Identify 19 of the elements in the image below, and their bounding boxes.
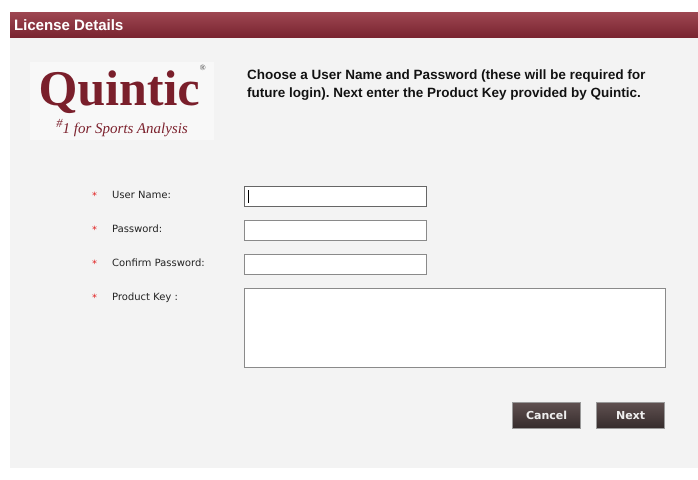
field-label: Confirm Password: xyxy=(112,257,206,269)
page-title: License Details xyxy=(14,16,124,34)
instructions-text: Choose a User Name and Password (these will be required for future login). Next enter the Product Key provided by Quintic. xyxy=(247,66,646,102)
logo-tagline: $^{#}$1 for Sports Analysis xyxy=(56,116,188,138)
next-button[interactable]: Next xyxy=(596,402,665,429)
required-mark: * xyxy=(92,292,98,304)
logo-wordmark: Quintic xyxy=(38,62,200,114)
required-mark: * xyxy=(92,190,98,202)
field-label: User Name: xyxy=(112,189,172,201)
cancel-button[interactable]: Cancel xyxy=(512,402,581,429)
field-label: Product Key : xyxy=(112,291,179,303)
field-label: Password: xyxy=(112,223,164,235)
required-mark: * xyxy=(92,224,98,236)
required-mark: * xyxy=(92,258,98,270)
product-key-field[interactable] xyxy=(244,288,666,368)
input-field[interactable] xyxy=(244,254,427,275)
input-field[interactable] xyxy=(244,186,427,207)
input-field[interactable] xyxy=(244,220,427,241)
registered-mark: ® xyxy=(200,62,206,74)
